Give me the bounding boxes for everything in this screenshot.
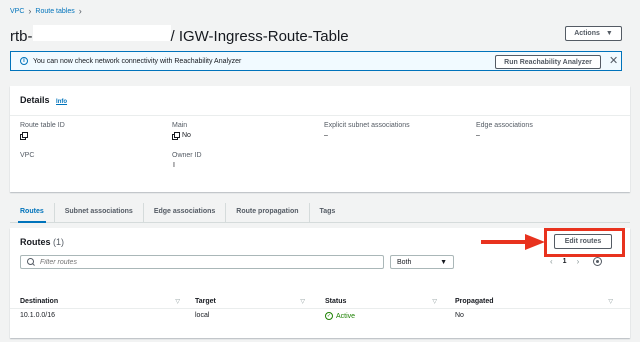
- routes-heading: Routes (1): [20, 237, 64, 247]
- check-circle-icon: ✓: [325, 312, 333, 320]
- header-divider: [10, 308, 630, 309]
- page-number[interactable]: 1: [563, 258, 567, 265]
- details-panel: Details Info Route table ID Main No Expl…: [10, 86, 630, 192]
- col-destination[interactable]: Destination ▽: [20, 294, 180, 308]
- tab-tags[interactable]: Tags: [308, 203, 346, 222]
- main-value: No: [172, 132, 191, 140]
- edge-assoc-label: Edge associations: [476, 122, 533, 129]
- col-target[interactable]: Target ▽: [195, 294, 305, 308]
- gear-icon[interactable]: [593, 257, 603, 266]
- divider: [10, 115, 630, 116]
- title-suffix: / IGW-Ingress-Route-Table: [170, 28, 349, 45]
- filter-routes-input[interactable]: [40, 258, 370, 266]
- col-status[interactable]: Status ▽: [325, 294, 437, 308]
- redacted-id: [32, 25, 171, 41]
- col-target-label: Target: [195, 297, 216, 305]
- tab-route-propagation[interactable]: Route propagation: [225, 203, 308, 222]
- main-label: Main: [172, 122, 188, 129]
- explicit-subnet-value: –: [324, 132, 328, 139]
- page-title: rtb- / IGW-Ingress-Route-Table: [10, 25, 349, 45]
- breadcrumb-route-tables[interactable]: Route tables: [35, 8, 74, 15]
- tab-routes[interactable]: Routes: [10, 203, 54, 223]
- cell-destination: 10.1.0.0/16: [20, 312, 56, 319]
- chevron-right-icon: ›: [28, 6, 32, 16]
- cell-target: local: [195, 312, 210, 319]
- details-title: Details: [20, 95, 50, 105]
- banner-text: You can now check network connectivity w…: [33, 57, 242, 65]
- breadcrumb-vpc[interactable]: VPC: [10, 8, 24, 15]
- details-heading: Details Info: [20, 95, 67, 105]
- cell-status: ✓ Active: [325, 312, 355, 320]
- close-icon[interactable]: ✕: [609, 54, 618, 67]
- tab-subnet-associations[interactable]: Subnet associations: [53, 203, 143, 222]
- sort-icon[interactable]: ▽: [300, 298, 305, 305]
- filter-routes-field[interactable]: [20, 255, 384, 269]
- propagation-select-value: Both: [397, 258, 412, 266]
- explicit-subnet-label: Explicit subnet associations: [324, 122, 410, 129]
- routes-count: (1): [53, 237, 65, 247]
- copy-icon[interactable]: [172, 132, 180, 140]
- next-page-icon[interactable]: ›: [577, 257, 580, 266]
- actions-button[interactable]: Actions ▼: [565, 26, 622, 41]
- chevron-right-icon: ›: [78, 6, 82, 16]
- caret-down-icon: ▼: [605, 30, 613, 37]
- copy-icon[interactable]: [20, 132, 28, 140]
- title-prefix: rtb-: [10, 28, 33, 45]
- annotation-arrow-icon: [481, 234, 545, 250]
- propagation-select[interactable]: Both ▼: [390, 255, 454, 269]
- route-table-id-label: Route table ID: [20, 122, 65, 129]
- sort-icon[interactable]: ▽: [608, 298, 613, 305]
- actions-label: Actions: [574, 30, 600, 37]
- main-value-text: No: [182, 132, 191, 139]
- run-reachability-button[interactable]: Run Reachability Analyzer: [495, 55, 601, 69]
- routes-title: Routes: [20, 237, 51, 247]
- tab-edge-associations[interactable]: Edge associations: [142, 203, 225, 222]
- info-icon: i: [20, 57, 28, 65]
- annotation-highlight-box: [544, 228, 625, 257]
- sort-icon[interactable]: ▽: [432, 298, 437, 305]
- sort-icon[interactable]: ▽: [175, 298, 180, 305]
- status-text: Active: [336, 312, 356, 320]
- col-destination-label: Destination: [20, 297, 59, 305]
- col-propagated-label: Propagated: [455, 297, 494, 305]
- search-icon: [27, 258, 35, 266]
- owner-id-value: I: [173, 162, 175, 169]
- info-banner: i You can now check network connectivity…: [10, 51, 622, 71]
- prev-page-icon[interactable]: ‹: [550, 257, 553, 266]
- route-table-id-value: [20, 132, 30, 140]
- col-propagated[interactable]: Propagated ▽: [455, 294, 613, 308]
- caret-down-icon: ▼: [440, 258, 447, 266]
- col-status-label: Status: [325, 297, 347, 305]
- vpc-label: VPC: [20, 152, 35, 159]
- details-info-link[interactable]: Info: [56, 99, 67, 105]
- pagination: ‹ 1 ›: [550, 257, 603, 266]
- tab-bar: Routes Subnet associations Edge associat…: [10, 203, 630, 223]
- owner-id-label: Owner ID: [172, 152, 202, 159]
- cell-propagated: No: [455, 312, 464, 319]
- edge-assoc-value: –: [476, 132, 480, 139]
- breadcrumb: VPC › Route tables ›: [10, 6, 82, 16]
